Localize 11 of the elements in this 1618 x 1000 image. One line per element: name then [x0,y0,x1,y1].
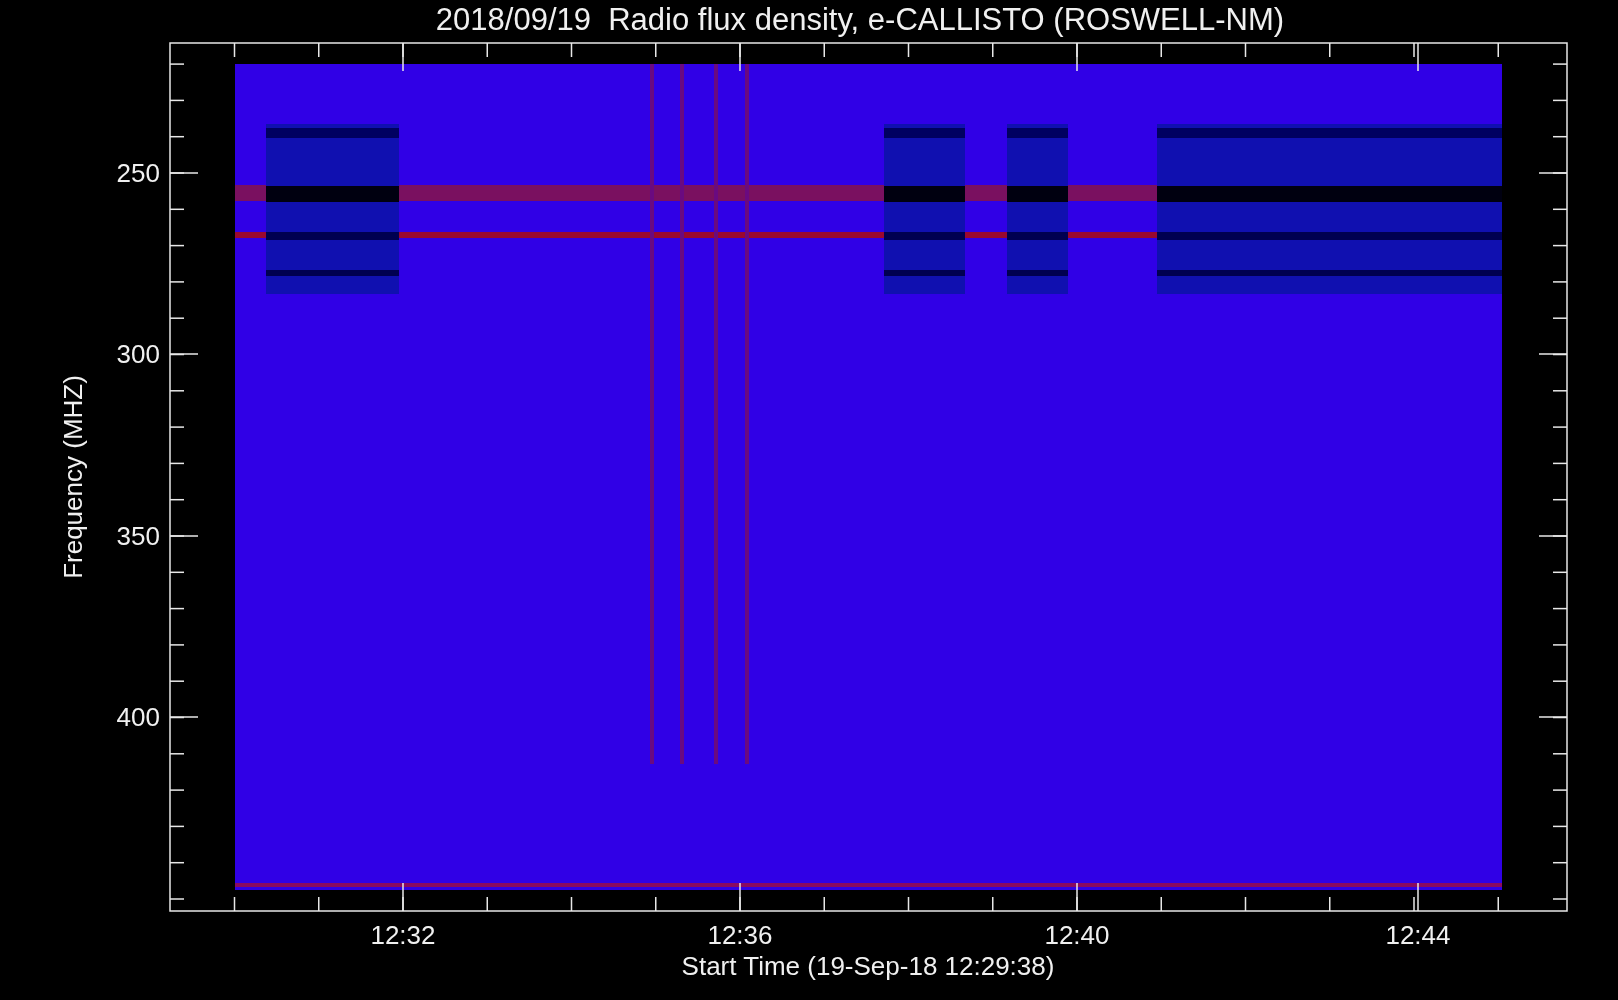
y-tick-label: 300 [116,339,160,369]
x-tick-label: 12:32 [370,920,436,950]
x-tick-label: 12:44 [1385,920,1451,950]
y-axis-label: Frequency (MHZ) [58,375,88,579]
x-axis-label: Start Time (19-Sep-18 12:29:38) [681,951,1055,981]
x-tick-label: 12:40 [1044,920,1110,950]
x-tick-label: 12:36 [707,920,773,950]
y-tick-label: 350 [116,521,160,551]
chart-title: 2018/09/19 Radio flux density, e-CALLISTO (ROSWELL-NM) [435,2,1285,37]
y-tick-label: 400 [116,702,160,732]
y-tick-label: 250 [116,158,160,188]
